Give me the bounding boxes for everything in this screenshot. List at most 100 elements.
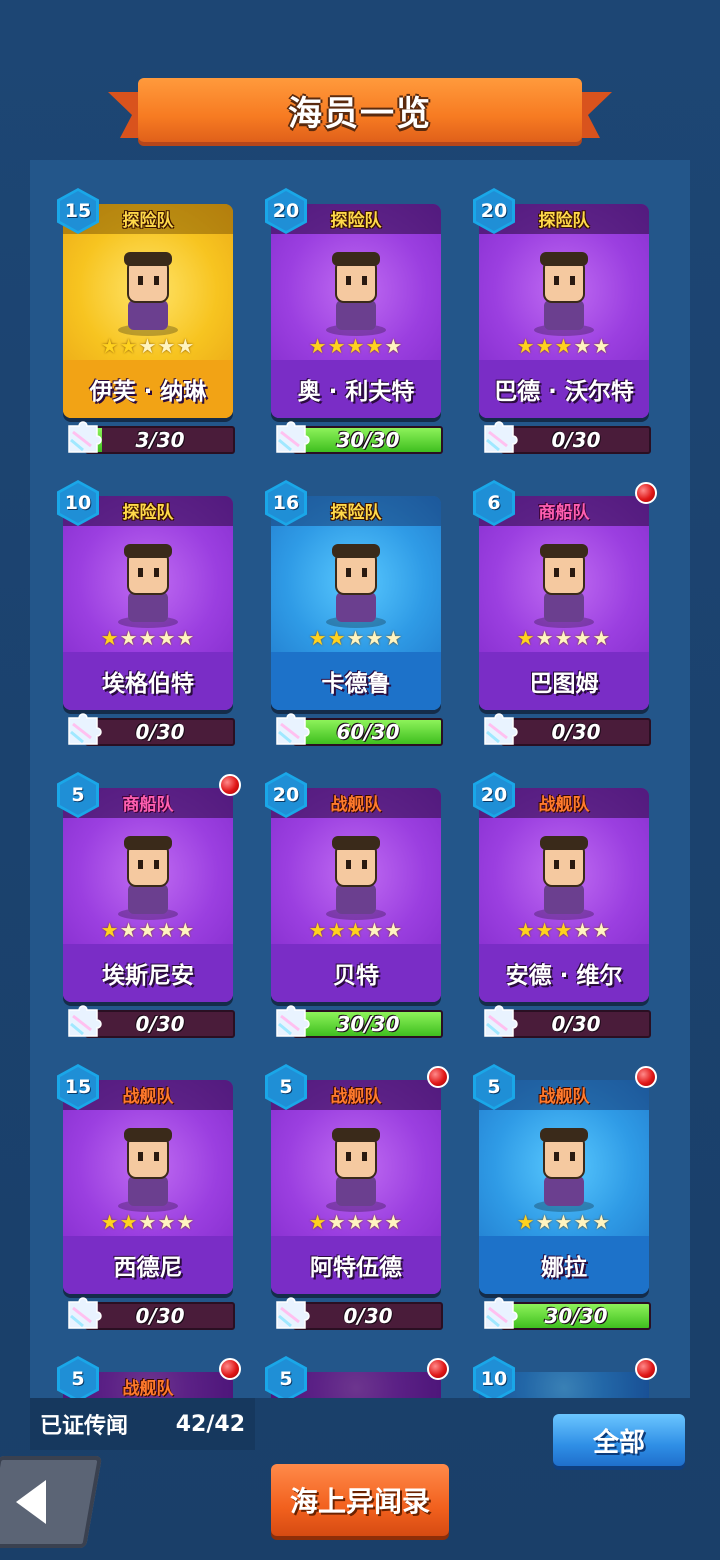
puzzle-piece-icon bbox=[276, 421, 310, 453]
level-value: 20 bbox=[480, 784, 508, 806]
progress-bar: 0/30 bbox=[293, 1302, 443, 1330]
crew-card[interactable]: 战舰队 ★★★★★ 阿特伍德 5 bbox=[265, 1064, 449, 1294]
card-frame: 探险队 ★★★★★ 卡德鲁 bbox=[271, 496, 441, 710]
crew-card[interactable]: 探险队 ★★★★★ 埃格伯特 10 bbox=[57, 480, 233, 710]
fragment-progress: 30/30 bbox=[479, 1294, 651, 1330]
star-empty-icon: ★ bbox=[384, 626, 404, 650]
fragment-progress: 60/30 bbox=[271, 710, 443, 746]
name-band: 埃斯尼安 bbox=[63, 944, 233, 1002]
star-empty-icon: ★ bbox=[176, 626, 196, 650]
all-filter-button[interactable]: 全部 bbox=[553, 1414, 685, 1466]
back-button[interactable] bbox=[0, 1456, 103, 1548]
crew-card[interactable]: 10 bbox=[473, 1356, 657, 1398]
star-filled-icon: ★ bbox=[327, 334, 347, 358]
star-empty-icon: ★ bbox=[554, 626, 574, 650]
collected-value: 42/42 bbox=[175, 1411, 245, 1437]
puzzle-piece-icon bbox=[484, 1005, 518, 1037]
star-empty-icon: ★ bbox=[384, 334, 404, 358]
fragment-progress: 0/30 bbox=[63, 1294, 235, 1330]
star-filled-icon: ★ bbox=[308, 918, 328, 942]
fragment-progress: 30/30 bbox=[271, 1002, 443, 1038]
star-empty-icon: ★ bbox=[176, 334, 196, 358]
star-filled-icon: ★ bbox=[327, 918, 347, 942]
crew-portrait-icon bbox=[118, 252, 178, 336]
progress-bar: 30/30 bbox=[501, 1302, 651, 1330]
progress-text: 30/30 bbox=[336, 428, 400, 452]
puzzle-piece-icon bbox=[276, 1005, 310, 1037]
crew-card[interactable]: 探险队 ★★★★★ 伊芙 · 纳琳 15 bbox=[57, 188, 233, 418]
progress-bar: 0/30 bbox=[85, 718, 235, 746]
star-empty-icon: ★ bbox=[384, 918, 404, 942]
name-band: 阿特伍德 bbox=[271, 1236, 441, 1294]
notification-dot-icon bbox=[219, 774, 241, 796]
progress-text: 0/30 bbox=[551, 1012, 601, 1036]
notification-dot-icon bbox=[635, 1358, 657, 1380]
card-frame: 战舰队 ★★★★★ 贝特 bbox=[271, 788, 441, 1002]
level-value: 5 bbox=[71, 784, 85, 806]
level-value: 16 bbox=[272, 492, 300, 514]
crew-name: 巴德 · 沃尔特 bbox=[494, 379, 634, 405]
star-empty-icon: ★ bbox=[138, 1210, 158, 1234]
star-empty-icon: ★ bbox=[176, 918, 196, 942]
name-band: 卡德鲁 bbox=[271, 652, 441, 710]
star-empty-icon: ★ bbox=[535, 1210, 555, 1234]
notification-dot-icon bbox=[427, 1066, 449, 1088]
name-band: 奥 · 利夫特 bbox=[271, 360, 441, 418]
star-rating: ★★★★★ bbox=[479, 334, 649, 358]
crew-card[interactable]: 战舰队 ★★★★★ 贝特 20 bbox=[265, 772, 441, 1002]
crew-portrait-icon bbox=[534, 252, 594, 336]
crew-card[interactable]: 探险队 ★★★★★ 奥 · 利夫特 20 bbox=[265, 188, 441, 418]
crew-card[interactable]: 商船队 ★★★★★ 巴图姆 6 bbox=[473, 480, 657, 710]
level-value: 10 bbox=[480, 1368, 508, 1390]
crew-card[interactable]: 战舰队 ★★★★★ 西德尼 15 bbox=[57, 1064, 233, 1294]
crew-card[interactable]: 商船队 ★★★★★ 埃斯尼安 5 bbox=[57, 772, 241, 1002]
puzzle-piece-icon bbox=[484, 713, 518, 745]
star-empty-icon: ★ bbox=[573, 1210, 593, 1234]
level-value: 15 bbox=[64, 1076, 92, 1098]
puzzle-piece-icon bbox=[68, 421, 102, 453]
star-filled-icon: ★ bbox=[535, 918, 555, 942]
sea-stories-button[interactable]: 海上异闻录 bbox=[271, 1464, 449, 1536]
level-value: 5 bbox=[279, 1368, 293, 1390]
name-band: 埃格伯特 bbox=[63, 652, 233, 710]
crew-card[interactable]: 战舰队 ★★★★★ 娜拉 5 bbox=[473, 1064, 657, 1294]
crew-portrait-icon bbox=[534, 836, 594, 920]
star-filled-icon: ★ bbox=[554, 334, 574, 358]
star-empty-icon: ★ bbox=[592, 918, 612, 942]
progress-text: 0/30 bbox=[551, 428, 601, 452]
notification-dot-icon bbox=[427, 1358, 449, 1380]
collected-label: 已证传闻 bbox=[40, 1414, 129, 1439]
star-filled-icon: ★ bbox=[100, 626, 120, 650]
progress-bar: 3/30 bbox=[85, 426, 235, 454]
crew-grid-panel[interactable]: 探险队 ★★★★★ 伊芙 · 纳琳 15 3/30 探险队 ★★★★★ 奥 · 利夫特 20 30… bbox=[30, 160, 690, 1398]
progress-bar: 0/30 bbox=[501, 426, 651, 454]
crew-card[interactable]: 战舰队 ★★★★★ 安德 · 维尔 20 bbox=[473, 772, 649, 1002]
crew-card[interactable]: 5 bbox=[265, 1356, 449, 1398]
progress-text: 0/30 bbox=[135, 720, 185, 744]
progress-text: 0/30 bbox=[551, 720, 601, 744]
star-rating: ★★★★★ bbox=[479, 626, 649, 650]
progress-bar: 0/30 bbox=[85, 1010, 235, 1038]
level-value: 5 bbox=[487, 1076, 501, 1098]
progress-text: 0/30 bbox=[135, 1304, 185, 1328]
star-empty-icon: ★ bbox=[592, 1210, 612, 1234]
card-frame: 战舰队 ★★★★★ 阿特伍德 bbox=[271, 1080, 441, 1294]
star-filled-icon: ★ bbox=[100, 1210, 120, 1234]
crew-portrait-icon bbox=[326, 836, 386, 920]
crew-name: 阿特伍德 bbox=[310, 1255, 402, 1281]
star-empty-icon: ★ bbox=[138, 626, 158, 650]
progress-bar: 0/30 bbox=[501, 1010, 651, 1038]
star-empty-icon: ★ bbox=[157, 334, 177, 358]
crew-portrait-icon bbox=[118, 836, 178, 920]
level-badge: 10 bbox=[473, 1356, 515, 1398]
crew-card[interactable]: 战舰队 5 bbox=[57, 1356, 241, 1398]
level-badge: 5 bbox=[57, 1356, 99, 1398]
card-frame: 商船队 ★★★★★ 巴图姆 bbox=[479, 496, 649, 710]
all-filter-label: 全部 bbox=[592, 1427, 645, 1458]
crew-card[interactable]: 探险队 ★★★★★ 巴德 · 沃尔特 20 bbox=[473, 188, 649, 418]
crew-card[interactable]: 探险队 ★★★★★ 卡德鲁 16 bbox=[265, 480, 441, 710]
progress-bar: 0/30 bbox=[85, 1302, 235, 1330]
crew-portrait-icon bbox=[534, 1128, 594, 1212]
star-filled-icon: ★ bbox=[119, 334, 139, 358]
star-empty-icon: ★ bbox=[157, 918, 177, 942]
